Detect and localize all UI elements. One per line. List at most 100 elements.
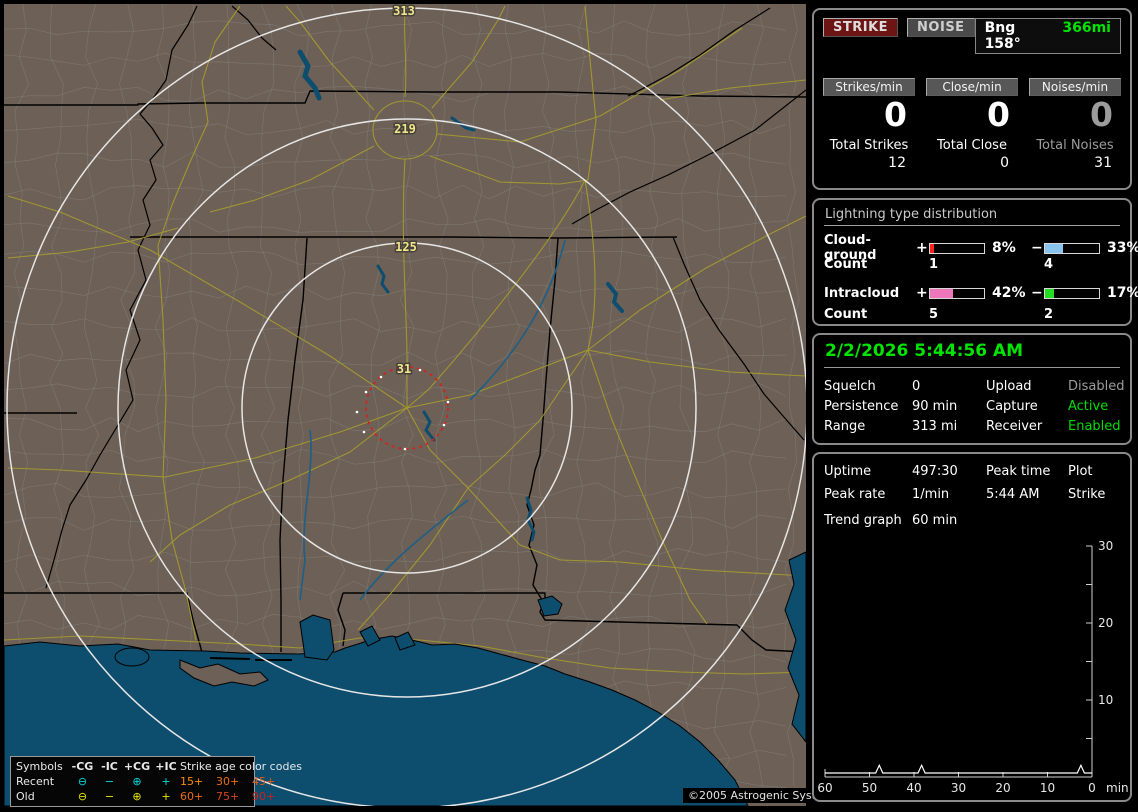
cg-plus-bar bbox=[929, 242, 985, 254]
mobile-bay bbox=[299, 614, 335, 661]
minus-icon: − bbox=[1031, 240, 1043, 256]
trend-graph-label: Trend graph bbox=[824, 513, 902, 528]
capture-status: Active bbox=[1068, 399, 1109, 414]
legend-header-row: Symbols -CG -IC +CG +IC Strike age color… bbox=[16, 759, 302, 774]
ic-plus-count: 5 bbox=[929, 306, 939, 322]
total-noises-value: 31 bbox=[1094, 155, 1112, 171]
legend-col-neg-ic: -IC bbox=[101, 760, 118, 773]
total-close-label: Total Close bbox=[937, 138, 1007, 153]
svg-text:40: 40 bbox=[906, 781, 921, 795]
ic-minus-pct: 17% bbox=[1107, 285, 1138, 301]
receiver-status: Enabled bbox=[1068, 419, 1121, 434]
ring-label-313: 313 bbox=[393, 4, 415, 18]
svg-text:20: 20 bbox=[1098, 616, 1113, 630]
distribution-panel: Lightning type distribution Cloud-ground… bbox=[812, 198, 1138, 326]
range-value: 313 mi bbox=[912, 419, 958, 434]
strikes-rate-value: 0 bbox=[884, 95, 907, 134]
app-window: 313 219 125 31 Symbols -CG -IC +CG +IC S… bbox=[0, 0, 1138, 812]
bearing-readout: Bng 158° 366mi bbox=[974, 18, 1121, 54]
svg-text:50: 50 bbox=[862, 781, 877, 795]
svg-text:10: 10 bbox=[1098, 693, 1113, 707]
circle-plus-icon: ⊕ bbox=[132, 790, 142, 803]
noises-rate-value: 0 bbox=[1090, 95, 1113, 134]
ic-plus-bar-fill bbox=[930, 288, 953, 298]
ic-plus-pct: 42% bbox=[992, 285, 1026, 301]
noise-button[interactable]: NOISE bbox=[907, 18, 975, 37]
intracloud-row: Intracloud + 42% − 17% bbox=[824, 283, 1138, 303]
svg-text:30: 30 bbox=[951, 781, 966, 795]
noises-per-min-chip[interactable]: Noises/min bbox=[1029, 78, 1121, 96]
svg-text:min: min bbox=[1106, 781, 1129, 795]
lake-pontchartrain bbox=[114, 647, 150, 667]
total-strikes-label: Total Strikes bbox=[829, 138, 909, 153]
persistence-label: Persistence bbox=[824, 399, 899, 414]
ring-label-219: 219 bbox=[394, 122, 416, 136]
persistence-value: 90 min bbox=[912, 399, 958, 414]
svg-text:20: 20 bbox=[995, 781, 1010, 795]
ic-minus-count: 2 bbox=[1044, 306, 1054, 322]
plus-icon: + bbox=[161, 775, 171, 788]
legend-col-pos-ic: +IC bbox=[155, 760, 177, 773]
circle-plus-icon: ⊕ bbox=[132, 775, 142, 788]
strikes-counter-column: Strikes/min 0 Total Strikes 12 bbox=[823, 78, 915, 171]
svg-text:0: 0 bbox=[1088, 781, 1096, 795]
map-canvas[interactable]: 313 219 125 31 bbox=[0, 0, 810, 812]
svg-text:60: 60 bbox=[817, 781, 832, 795]
total-noises-label: Total Noises bbox=[1036, 138, 1114, 153]
legend-col-neg-cg: -CG bbox=[71, 760, 94, 773]
legend-symbols-header: Symbols bbox=[16, 760, 63, 773]
intracloud-label: Intracloud bbox=[824, 285, 900, 301]
uptime-label: Uptime bbox=[824, 464, 872, 479]
strikes-per-min-chip[interactable]: Strikes/min bbox=[823, 78, 915, 96]
legend-recent-row: Recent ⊖ − ⊕ + 15+ 30+ 45+ bbox=[16, 774, 275, 789]
bearing-label: Bng 158° bbox=[984, 20, 1021, 52]
upload-status: Disabled bbox=[1068, 379, 1125, 394]
age-code: 30+ bbox=[216, 775, 240, 788]
peak-time-value: 5:44 AM bbox=[986, 487, 1040, 502]
ic-minus-bar bbox=[1044, 287, 1100, 299]
ring-label-31: 31 bbox=[397, 362, 411, 376]
cg-minus-bar bbox=[1044, 242, 1100, 254]
peak-time-label: Peak time bbox=[986, 464, 1051, 479]
minus-icon: − bbox=[104, 790, 115, 803]
plot-label: Plot bbox=[1068, 464, 1093, 479]
ic-plus-bar bbox=[929, 287, 985, 299]
close-counter-column: Close/min 0 Total Close 0 bbox=[926, 78, 1018, 171]
legend-col-pos-cg: +CG bbox=[123, 760, 151, 773]
circle-minus-icon: ⊖ bbox=[77, 790, 88, 803]
receiver-label: Receiver bbox=[986, 419, 1043, 434]
age-code: 90+ bbox=[252, 790, 276, 803]
squelch-value: 0 bbox=[912, 379, 921, 394]
cloud-ground-row: Cloud-ground + 8% − 33% bbox=[824, 233, 1138, 263]
cg-minus-bar-fill bbox=[1045, 243, 1063, 253]
cg-plus-bar-fill bbox=[930, 243, 935, 253]
svg-text:30: 30 bbox=[1098, 539, 1113, 553]
strike-button[interactable]: STRIKE bbox=[823, 18, 899, 37]
cloud-ground-count-row: Count 1 4 bbox=[824, 253, 1120, 275]
range-label: Range bbox=[824, 419, 866, 434]
map-area: 313 219 125 31 Symbols -CG -IC +CG +IC S… bbox=[0, 0, 845, 812]
close-per-min-chip[interactable]: Close/min bbox=[926, 78, 1018, 96]
cg-minus-pct: 33% bbox=[1107, 240, 1138, 256]
distribution-header: Lightning type distribution bbox=[824, 205, 1120, 226]
map-legend: Symbols -CG -IC +CG +IC Strike age color… bbox=[10, 756, 302, 807]
upload-label: Upload bbox=[986, 379, 1032, 394]
plus-icon: + bbox=[916, 285, 928, 301]
count-label: Count bbox=[824, 256, 868, 272]
minus-icon: − bbox=[1031, 285, 1043, 301]
total-strikes-value: 12 bbox=[888, 155, 906, 171]
count-label: Count bbox=[824, 306, 868, 322]
ring-label-125: 125 bbox=[395, 240, 417, 254]
minus-icon: − bbox=[104, 775, 115, 788]
age-code: 60+ bbox=[180, 790, 204, 803]
cg-plus-count: 1 bbox=[929, 256, 939, 272]
legend-age-header: Strike age color codes bbox=[180, 760, 302, 773]
svg-text:10: 10 bbox=[1040, 781, 1055, 795]
capture-label: Capture bbox=[986, 399, 1038, 414]
age-code: 75+ bbox=[216, 790, 240, 803]
circle-minus-icon: ⊖ bbox=[77, 775, 88, 788]
plus-icon: + bbox=[161, 790, 171, 803]
peak-rate-value: 1/min bbox=[912, 487, 950, 502]
trend-window-value: 60 min bbox=[912, 513, 958, 528]
cg-plus-pct: 8% bbox=[992, 240, 1016, 256]
